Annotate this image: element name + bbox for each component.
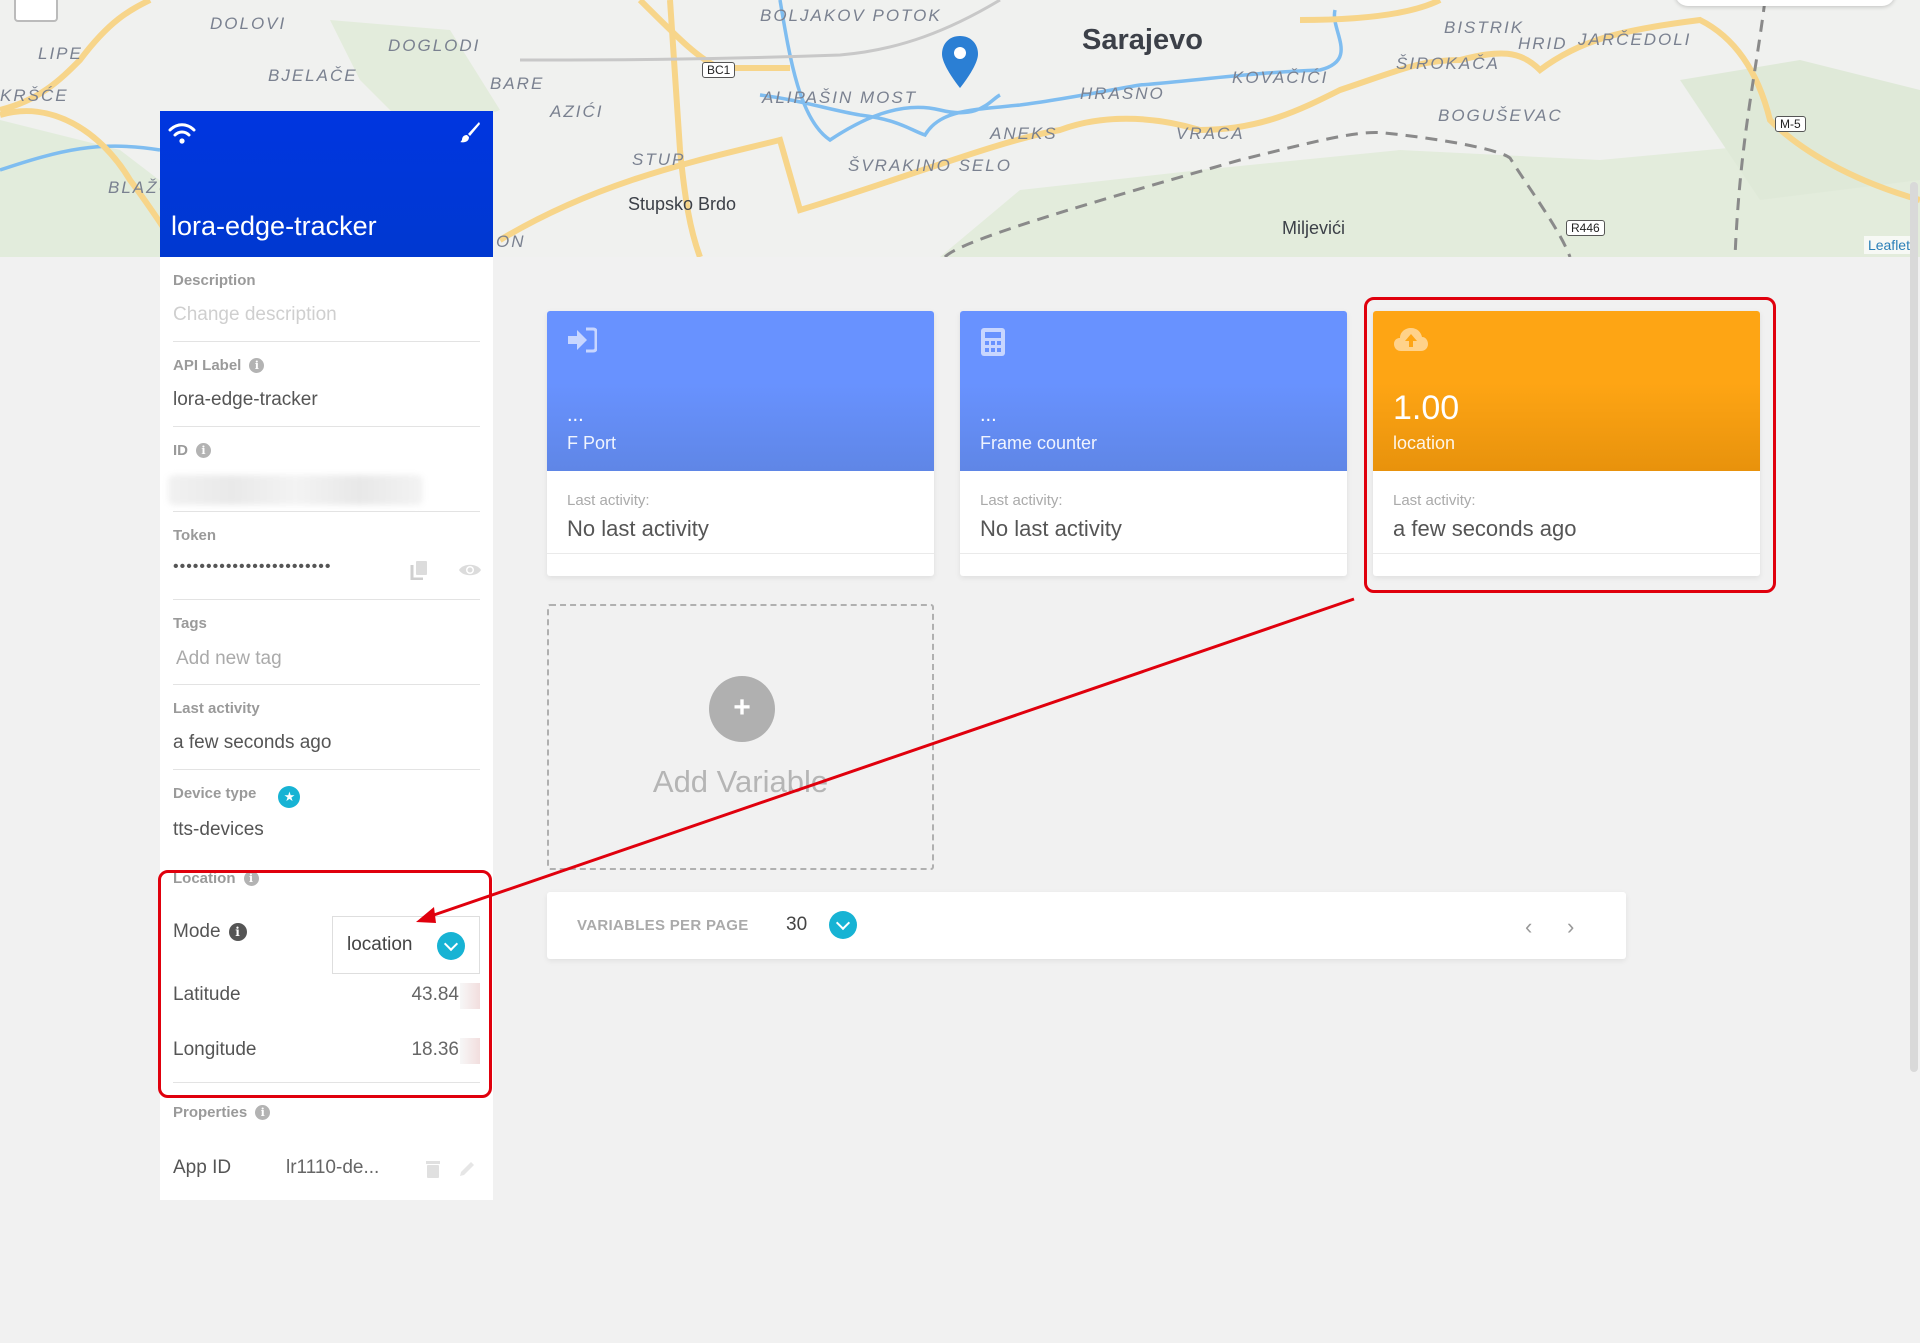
api-label-text: API Label (173, 357, 242, 374)
road-shield: R446 (1566, 220, 1605, 236)
description-label: Description (173, 272, 256, 289)
map-label: DOLOVI (210, 14, 287, 33)
leaflet-attribution-link[interactable]: Leaflet (1863, 236, 1914, 254)
wifi-icon (168, 123, 196, 144)
id-label-text: ID (173, 442, 188, 459)
last-activity-value: a few seconds ago (173, 732, 332, 753)
previous-page-button[interactable]: ‹ (1525, 914, 1532, 940)
map-city-label: Sarajevo (1082, 24, 1203, 56)
sign-in-icon (568, 327, 597, 353)
map-label: HRASNO (1080, 84, 1165, 103)
map-label: LIPE (38, 44, 83, 63)
map-label: ŠVRAKINO SELO (848, 156, 1012, 175)
divider (960, 553, 1347, 554)
variable-card-header: ... F Port (547, 311, 934, 471)
last-activity-label: Last activity (173, 700, 260, 717)
divider (547, 553, 934, 554)
tags-label: Tags (173, 615, 207, 632)
map-label: BARE (490, 74, 545, 93)
device-name: lora-edge-tracker (171, 211, 377, 241)
token-field: Token •••••••••••••••••••••••• (173, 512, 482, 600)
variable-card-header: ... Frame counter (960, 311, 1347, 471)
token-value: •••••••••••••••••••••••• (173, 558, 332, 575)
pencil-icon[interactable] (457, 1159, 477, 1179)
variable-name: Frame counter (980, 433, 1098, 453)
last-activity-field: Last activity a few seconds ago (173, 685, 480, 770)
annotation-highlight-location-card (1364, 297, 1776, 593)
map-label: HRID (1518, 34, 1568, 53)
device-type-field: Device type ★ tts-devices (173, 770, 480, 855)
description-input[interactable]: Change description (173, 304, 337, 326)
property-value: lr1110-de... (286, 1157, 380, 1178)
plus-icon: + (709, 676, 775, 742)
variable-name: F Port (567, 433, 617, 453)
map-label: JARČEDOLI (1578, 30, 1692, 49)
description-field: Description Change description (173, 257, 480, 342)
variables-per-page-value[interactable]: 30 (786, 914, 807, 936)
api-label-field: API Label i lora-edge-tracker (173, 342, 480, 427)
map-label: ŠIROKAČA (1396, 54, 1500, 73)
star-icon[interactable]: ★ (278, 786, 301, 808)
variable-card-frame-counter[interactable]: ... Frame counter Last activity: No last… (960, 311, 1347, 576)
map-label: KRŠĆE (0, 86, 69, 105)
api-label-label: API Label i (173, 357, 265, 374)
property-key: App ID (173, 1157, 232, 1178)
eye-icon[interactable] (458, 562, 482, 578)
tags-field: Tags Add new tag (173, 600, 480, 685)
map-town-label: Stupsko Brdo (628, 194, 737, 214)
annotation-highlight-location-section (158, 870, 492, 1098)
device-header: lora-edge-tracker (160, 111, 493, 257)
map-town-label: Miljevići (1282, 218, 1345, 238)
road-shield: BC1 (702, 62, 736, 78)
last-activity-value: No last activity (980, 516, 1122, 541)
map-label: ALIPAŠIN MOST (762, 88, 918, 107)
next-page-button[interactable]: › (1567, 914, 1574, 940)
last-activity-label: Last activity: (980, 492, 1063, 509)
map-label: DOGLODI (388, 36, 481, 55)
id-value-redacted (168, 475, 423, 505)
map-label: BOLJAKOV POTOK (760, 6, 942, 25)
map-label: ON (496, 232, 526, 251)
info-icon[interactable]: i (196, 443, 211, 458)
paint-brush-icon[interactable] (459, 121, 481, 143)
location-marker-icon[interactable] (940, 34, 980, 92)
variable-card-fport[interactable]: ... F Port Last activity: No last activi… (547, 311, 934, 576)
map-label: AZIĆI (550, 102, 604, 121)
device-type-value[interactable]: tts-devices (173, 819, 264, 841)
map-label: BOGUŠEVAC (1438, 106, 1563, 125)
last-activity-label: Last activity: (567, 492, 650, 509)
map-label: BJELAČE (268, 66, 358, 85)
variable-value: ... (980, 404, 997, 426)
map-label: BISTRIK (1444, 18, 1525, 37)
device-type-text: Device type (173, 785, 257, 802)
add-tag-input[interactable]: Add new tag (176, 648, 282, 670)
copy-icon[interactable] (410, 560, 428, 580)
add-variable-label: Add Variable (652, 764, 829, 799)
map-label: VRACA (1176, 124, 1245, 143)
device-type-label: Device type ★ (173, 785, 301, 808)
chevron-down-icon[interactable] (829, 911, 857, 939)
map-zoom-out-button[interactable] (14, 0, 58, 22)
info-icon[interactable]: i (249, 358, 265, 373)
map-control[interactable] (1675, 0, 1895, 6)
map-label: STUP (632, 150, 686, 169)
info-icon[interactable]: i (255, 1105, 271, 1120)
page-scrollbar[interactable] (1910, 182, 1918, 1072)
id-label: ID i (173, 442, 211, 459)
road-shield: M-5 (1775, 116, 1806, 132)
variables-per-page-label: VARIABLES PER PAGE (577, 917, 749, 934)
calculator-icon (981, 328, 1005, 356)
id-field: ID i (168, 427, 480, 512)
token-label: Token (173, 527, 217, 544)
add-variable-button[interactable]: + Add Variable (547, 604, 934, 870)
api-label-input[interactable]: lora-edge-tracker (173, 389, 318, 411)
pagination-bar: VARIABLES PER PAGE 30 ‹ › (547, 892, 1626, 959)
properties-label: Properties i (173, 1104, 271, 1121)
trash-icon[interactable] (425, 1159, 441, 1179)
map-label: KOVAČIĆI (1232, 68, 1329, 87)
variable-value: ... (567, 404, 584, 426)
properties-label-text: Properties (173, 1104, 248, 1121)
map-label: ANEKS (990, 124, 1058, 143)
last-activity-value: No last activity (567, 516, 709, 541)
